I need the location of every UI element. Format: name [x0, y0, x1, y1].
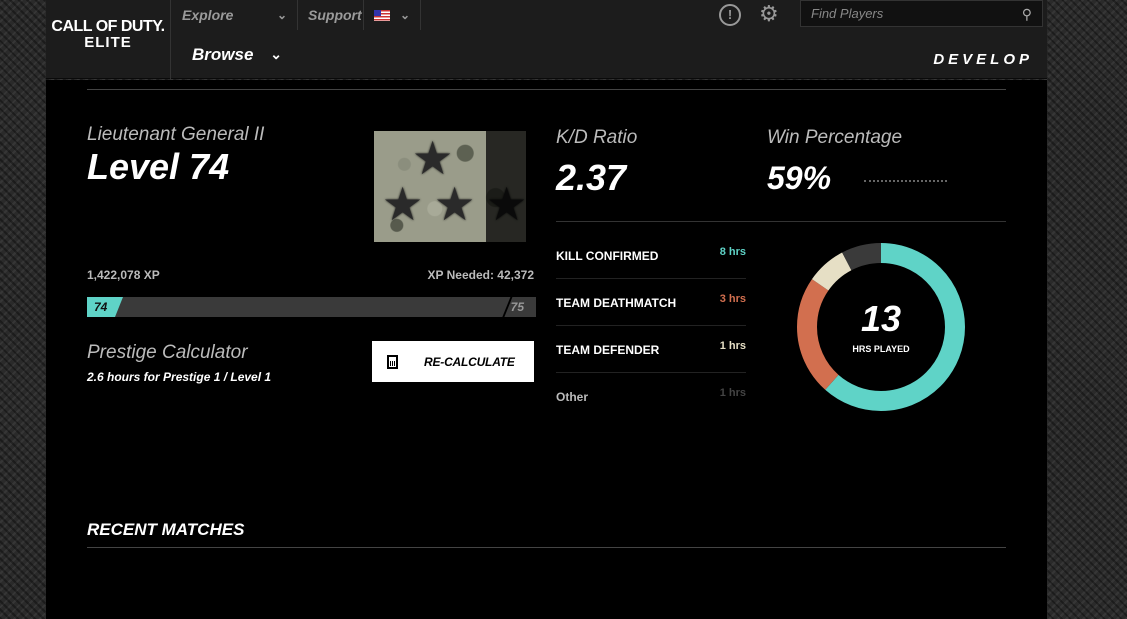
search-input[interactable] — [801, 1, 1042, 26]
star-icon: ★ — [486, 178, 526, 230]
recalculate-button[interactable]: RE-CALCULATE — [372, 341, 534, 382]
section-title: DEVELOP — [933, 51, 1033, 68]
list-item: TEAM DEATHMATCH 3 hrs — [556, 279, 746, 326]
divider — [556, 221, 1006, 222]
divider — [87, 547, 1006, 548]
mode-name: TEAM DEATHMATCH — [556, 296, 677, 310]
chevron-down-icon: ⌄ — [270, 46, 282, 62]
mode-hours: 1 hrs — [719, 387, 746, 399]
sub-nav: Explore ⌄ Support ⌄ — [172, 0, 421, 30]
win-value: 59% — [767, 160, 832, 196]
prestige-subtitle: 2.6 hours for Prestige 1 / Level 1 — [87, 370, 272, 384]
star-icon: ★ — [382, 178, 424, 230]
gear-icon[interactable]: ⚙ — [759, 1, 779, 27]
mode-hours: 8 hrs — [719, 246, 746, 258]
cod-elite-logo[interactable]: CALL OF DUTY. ELITE — [46, 0, 171, 79]
mode-hours: 1 hrs — [719, 340, 746, 352]
mode-name: KILL CONFIRMED — [556, 249, 659, 263]
chevron-down-icon: ⌄ — [276, 8, 287, 22]
browse-label: Browse — [192, 44, 254, 64]
recent-matches-heading: RECENT MATCHES — [87, 520, 245, 539]
list-item: KILL CONFIRMED 8 hrs — [556, 232, 746, 279]
star-icon: ★ — [434, 178, 476, 230]
rank-emblem: ★ ★ ★ ★ — [374, 131, 526, 242]
explore-menu[interactable]: Explore ⌄ — [172, 0, 298, 30]
support-label: Support — [308, 7, 362, 23]
us-flag-icon — [374, 9, 390, 21]
current-level-label: 74 — [94, 300, 108, 314]
prestige-title: Prestige Calculator — [87, 342, 248, 363]
mode-name: Other — [556, 390, 589, 404]
win-title: Win Percentage — [767, 127, 903, 148]
xp-progress-bar: 74 75 — [87, 297, 536, 317]
divider — [87, 89, 1006, 90]
hours-played-value: 13 — [860, 298, 902, 339]
support-link[interactable]: Support — [298, 0, 364, 30]
mode-hours: 3 hrs — [719, 293, 746, 305]
explore-label: Explore — [182, 7, 234, 23]
mode-name: TEAM DEFENDER — [556, 343, 660, 357]
game-mode-list: KILL CONFIRMED 8 hrs TEAM DEATHMATCH 3 h… — [556, 232, 746, 420]
main-content: Lieutenant General II Level 74 ★ ★ ★ ★ 1… — [46, 80, 1047, 619]
top-navigation: CALL OF DUTY. ELITE Explore ⌄ Support ⌄ … — [46, 0, 1047, 79]
star-icon: ★ — [412, 132, 454, 184]
player-level: Level 74 — [87, 146, 230, 187]
logo-line2: ELITE — [84, 34, 132, 51]
rank-name: Lieutenant General II — [87, 124, 265, 145]
calculator-icon — [387, 354, 398, 369]
search-icon[interactable]: ⚲ — [1022, 6, 1032, 23]
divider — [864, 180, 947, 182]
alert-icon[interactable]: ! — [719, 4, 741, 26]
chevron-down-icon: ⌄ — [399, 8, 410, 22]
browse-menu[interactable]: Browse ⌄ — [172, 30, 302, 79]
next-level-label: 75 — [510, 300, 524, 314]
list-item: TEAM DEFENDER 1 hrs — [556, 326, 746, 373]
hours-played-label: HRS PLAYED — [852, 344, 910, 354]
kd-title: K/D Ratio — [556, 127, 638, 148]
kd-value: 2.37 — [556, 157, 627, 198]
recalculate-label: RE-CALCULATE — [424, 354, 515, 369]
xp-total: 1,422,078 XP — [87, 268, 160, 282]
search-box: ⚲ — [800, 0, 1043, 27]
list-item: Other 1 hrs — [556, 373, 746, 420]
language-selector[interactable]: ⌄ — [364, 0, 421, 30]
xp-needed: XP Needed: 42,372 — [427, 268, 534, 282]
